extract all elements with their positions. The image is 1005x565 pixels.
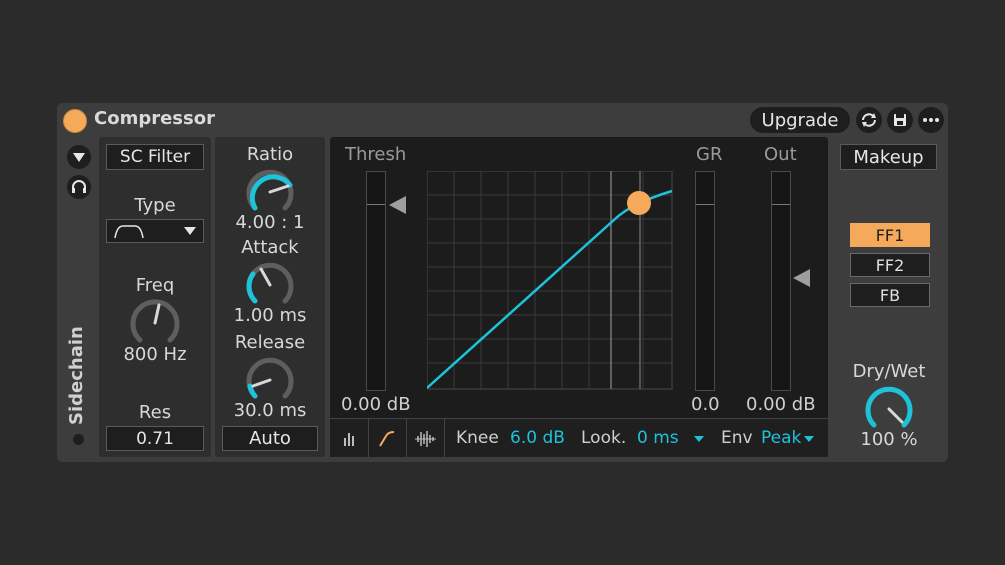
device-title: Compressor (94, 108, 215, 129)
headphones-button[interactable] (67, 175, 91, 199)
env-value[interactable]: Peak (761, 428, 801, 448)
sc-filter-button[interactable]: SC Filter (106, 144, 204, 170)
release-value: 30.0 ms (233, 400, 307, 421)
compressor-device: Compressor Upgrade Sidechain SC Filter T… (57, 103, 948, 462)
thresh-slider-arrow-icon[interactable] (388, 195, 408, 215)
out-label: Out (764, 144, 797, 165)
thresh-meter[interactable] (366, 171, 386, 391)
ratio-knob[interactable] (243, 165, 297, 219)
sidechain-label: Sidechain (66, 326, 87, 425)
output-panel: Makeup FF1 FF2 FB Dry/Wet 100 % (834, 137, 944, 457)
drywet-knob[interactable] (862, 382, 916, 436)
sidechain-led (73, 434, 84, 445)
attack-label: Attack (241, 237, 299, 258)
out-meter[interactable] (771, 171, 791, 391)
attack-knob[interactable] (243, 258, 297, 312)
threshold-handle[interactable] (627, 191, 651, 215)
curve-view-button[interactable] (368, 419, 407, 457)
thresh-value: 0.00 dB (341, 394, 411, 415)
bandpass-icon (114, 225, 144, 239)
fb-mode-button[interactable]: FB (850, 283, 930, 307)
waveform-icon (415, 431, 436, 447)
freq-value: 800 Hz (123, 344, 187, 365)
display-bottom-bar: Knee 6.0 dB Look. 0 ms Env Peak (330, 418, 828, 457)
thresh-label: Thresh (345, 144, 407, 165)
transfer-curve-graph[interactable] (427, 171, 674, 391)
ratio-label: Ratio (246, 144, 294, 165)
drywet-label: Dry/Wet (852, 361, 926, 382)
knee-value[interactable]: 6.0 dB (510, 428, 565, 448)
transfer-display: Thresh GR Out 0.00 dB 0.0 0.00 dB Knee 6… (330, 137, 828, 457)
swap-icon[interactable] (856, 107, 882, 133)
release-knob[interactable] (243, 353, 297, 407)
attack-value: 1.00 ms (233, 305, 307, 326)
triangle-down-icon (73, 153, 85, 162)
lookahead-chevron-down-icon[interactable] (693, 435, 705, 443)
envelope-panel: Ratio 4.00 : 1 Attack 1.00 ms Release 30… (215, 137, 325, 457)
lookahead-label: Look. (581, 428, 627, 448)
filter-type-select[interactable] (106, 219, 204, 243)
sidechain-strip: Sidechain (60, 137, 96, 457)
res-field[interactable]: 0.71 (106, 426, 204, 451)
freq-label: Freq (135, 275, 175, 296)
activity-view-button[interactable] (406, 419, 445, 457)
out-meter-marker (772, 204, 790, 205)
res-label: Res (138, 402, 172, 423)
auto-release-button[interactable]: Auto (222, 426, 318, 451)
knee-label: Knee (456, 428, 499, 448)
save-icon-glyph (894, 114, 906, 126)
sidechain-toggle-button[interactable] (67, 145, 91, 169)
output-slider-arrow-icon[interactable] (792, 268, 812, 288)
gr-value: 0.0 (691, 394, 720, 415)
ff1-mode-button[interactable]: FF1 (850, 223, 930, 247)
gr-label: GR (696, 144, 723, 165)
release-label: Release (234, 332, 306, 353)
power-icon[interactable] (63, 109, 87, 133)
meter-view-button[interactable] (330, 419, 369, 457)
drywet-value: 100 % (860, 429, 918, 450)
ff2-mode-button[interactable]: FF2 (850, 253, 930, 277)
swap-icon-glyph (862, 113, 876, 127)
save-icon[interactable] (887, 107, 913, 133)
gr-meter-marker (696, 204, 714, 205)
thresh-meter-marker (367, 204, 385, 205)
more-icon[interactable] (918, 107, 944, 133)
bars-icon (344, 433, 354, 446)
ratio-value: 4.00 : 1 (235, 212, 305, 233)
type-label: Type (134, 195, 176, 216)
freq-knob[interactable] (127, 295, 183, 351)
makeup-button[interactable]: Makeup (840, 144, 937, 170)
more-icon-glyph (923, 118, 939, 122)
lookahead-value[interactable]: 0 ms (637, 428, 679, 448)
transfer-curve-icon (379, 431, 395, 447)
env-label: Env (721, 428, 753, 448)
gr-meter (695, 171, 715, 391)
sc-filter-panel: SC Filter Type Freq 800 Hz Res 0.71 (99, 137, 211, 457)
env-chevron-down-icon[interactable] (803, 435, 815, 443)
chevron-down-icon (184, 227, 196, 235)
upgrade-button[interactable]: Upgrade (750, 107, 850, 133)
title-bar: Compressor Upgrade (57, 103, 948, 135)
headphones-icon (72, 180, 86, 193)
out-value: 0.00 dB (746, 394, 816, 415)
